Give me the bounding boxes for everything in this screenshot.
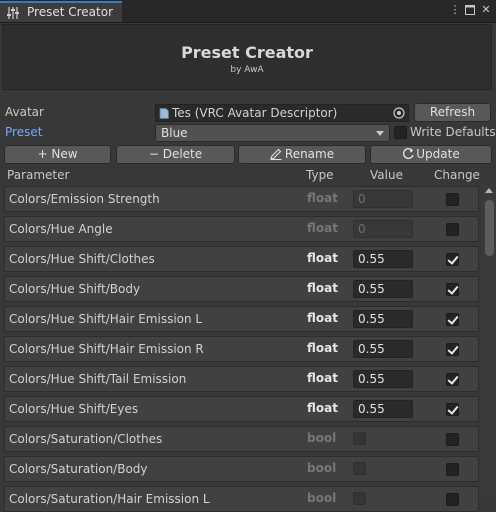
- update-button[interactable]: Update: [370, 145, 492, 164]
- parameter-row: Colors/Hue Shift/Hair Emission R float 0…: [4, 336, 479, 362]
- parameter-type: float: [307, 281, 338, 295]
- update-label: Update: [416, 147, 460, 161]
- value-text: 0.55: [358, 372, 385, 386]
- parameter-row: Colors/Hue Angle float 0: [4, 216, 479, 242]
- parameter-name: Colors/Hue Shift/Body: [9, 282, 141, 296]
- parameter-row: Colors/Hue Shift/Tail Emission float 0.5…: [4, 366, 479, 392]
- parameter-type: float: [307, 251, 338, 265]
- value-text: 0: [358, 192, 366, 206]
- value-field[interactable]: 0.55: [353, 370, 413, 388]
- rename-label: Rename: [284, 147, 335, 161]
- parameter-type: float: [307, 221, 338, 235]
- value-field[interactable]: 0.55: [353, 400, 413, 418]
- avatar-value: Tes (VRC Avatar Descriptor): [172, 106, 338, 120]
- chevron-down-icon: [376, 131, 384, 136]
- column-header-change: Change: [434, 168, 480, 182]
- pencil-icon: [270, 148, 282, 160]
- script-icon: [159, 108, 169, 119]
- value-checkbox: [353, 462, 366, 475]
- value-field[interactable]: 0.55: [353, 340, 413, 358]
- parameter-row: Colors/Hue Shift/Clothes float 0.55: [4, 246, 479, 272]
- write-defaults-label: Write Defaults: [410, 125, 496, 139]
- rename-button[interactable]: Rename: [238, 145, 366, 164]
- refresh-icon: [403, 148, 414, 159]
- change-checkbox[interactable]: [446, 313, 459, 326]
- value-field[interactable]: 0.55: [353, 310, 413, 328]
- parameter-type: bool: [307, 431, 337, 445]
- preset-dropdown[interactable]: Blue: [155, 124, 390, 142]
- avatar-object-field[interactable]: Tes (VRC Avatar Descriptor): [155, 104, 409, 122]
- parameter-name: Colors/Emission Strength: [9, 192, 160, 206]
- value-text: 0.55: [358, 342, 385, 356]
- change-checkbox[interactable]: [446, 193, 459, 206]
- change-checkbox[interactable]: [446, 343, 459, 356]
- tab-preset-creator[interactable]: Preset Creator: [0, 1, 122, 22]
- parameter-name: Colors/Hue Shift/Eyes: [9, 402, 139, 416]
- value-checkbox: [353, 492, 366, 505]
- column-header-value: Value: [370, 168, 403, 182]
- change-checkbox[interactable]: [446, 253, 459, 266]
- preset-selected: Blue: [161, 126, 188, 140]
- change-checkbox[interactable]: [446, 433, 459, 446]
- page-subtitle: by AwA: [230, 65, 264, 75]
- parameter-type: float: [307, 311, 338, 325]
- parameter-name: Colors/Hue Shift/Tail Emission: [9, 372, 187, 386]
- value-field[interactable]: 0.55: [353, 280, 413, 298]
- object-picker-icon[interactable]: [393, 107, 405, 119]
- value-field: 0: [353, 220, 413, 238]
- avatar-label: Avatar: [5, 105, 44, 119]
- parameter-row: Colors/Hue Shift/Eyes float 0.55: [4, 396, 479, 422]
- change-checkbox[interactable]: [446, 283, 459, 296]
- parameter-name: Colors/Hue Angle: [9, 222, 113, 236]
- header-panel: Preset Creator by AwA: [2, 24, 492, 90]
- value-field[interactable]: 0.55: [353, 250, 413, 268]
- window-titlebar: Preset Creator ⋮ ✕: [0, 0, 496, 23]
- parameter-type: bool: [307, 461, 337, 475]
- parameter-row: Colors/Hue Shift/Body float 0.55: [4, 276, 479, 302]
- scroll-up-arrow-icon[interactable]: [485, 188, 493, 193]
- value-text: 0.55: [358, 252, 385, 266]
- refresh-button[interactable]: Refresh: [414, 103, 491, 122]
- value-text: 0.55: [358, 402, 385, 416]
- parameter-type: float: [307, 341, 338, 355]
- parameter-name: Colors/Saturation/Body: [9, 462, 148, 476]
- parameter-row: Colors/Hue Shift/Hair Emission L float 0…: [4, 306, 479, 332]
- new-button[interactable]: + New: [4, 145, 111, 164]
- change-checkbox[interactable]: [446, 403, 459, 416]
- parameter-name: Colors/Hue Shift/Hair Emission R: [9, 342, 204, 356]
- maximize-icon[interactable]: [463, 2, 477, 18]
- parameter-row: Colors/Saturation/Clothes bool: [4, 426, 479, 452]
- value-field: 0: [353, 190, 413, 208]
- change-checkbox[interactable]: [446, 463, 459, 476]
- scrollbar-thumb[interactable]: [485, 200, 494, 256]
- change-checkbox[interactable]: [446, 373, 459, 386]
- more-options-icon[interactable]: ⋮: [448, 2, 462, 18]
- close-icon[interactable]: ✕: [479, 2, 493, 18]
- write-defaults-checkbox[interactable]: [394, 126, 407, 139]
- delete-button[interactable]: − Delete: [116, 145, 235, 164]
- parameter-type: float: [307, 401, 338, 415]
- value-text: 0.55: [358, 312, 385, 326]
- parameter-type: float: [307, 191, 338, 205]
- change-checkbox[interactable]: [446, 493, 459, 506]
- parameter-name: Colors/Hue Shift/Hair Emission L: [9, 312, 203, 326]
- parameter-name: Colors/Hue Shift/Clothes: [9, 252, 155, 266]
- value-text: 0.55: [358, 282, 385, 296]
- parameter-name: Colors/Saturation/Clothes: [9, 432, 163, 446]
- parameter-row: Colors/Saturation/Hair Emission L bool: [4, 486, 479, 512]
- parameter-type: bool: [307, 491, 337, 505]
- parameter-type: float: [307, 371, 338, 385]
- sliders-icon: [7, 7, 19, 19]
- preset-label: Preset: [5, 125, 43, 139]
- parameter-row: Colors/Saturation/Body bool: [4, 456, 479, 482]
- tab-title: Preset Creator: [27, 5, 113, 19]
- column-header-parameter: Parameter: [7, 168, 70, 182]
- parameter-row: Colors/Emission Strength float 0: [4, 186, 479, 212]
- value-text: 0: [358, 222, 366, 236]
- page-title: Preset Creator: [181, 43, 313, 62]
- change-checkbox[interactable]: [446, 223, 459, 236]
- parameter-name: Colors/Saturation/Hair Emission L: [9, 492, 210, 506]
- column-header-type: Type: [306, 168, 334, 182]
- value-checkbox: [353, 432, 366, 445]
